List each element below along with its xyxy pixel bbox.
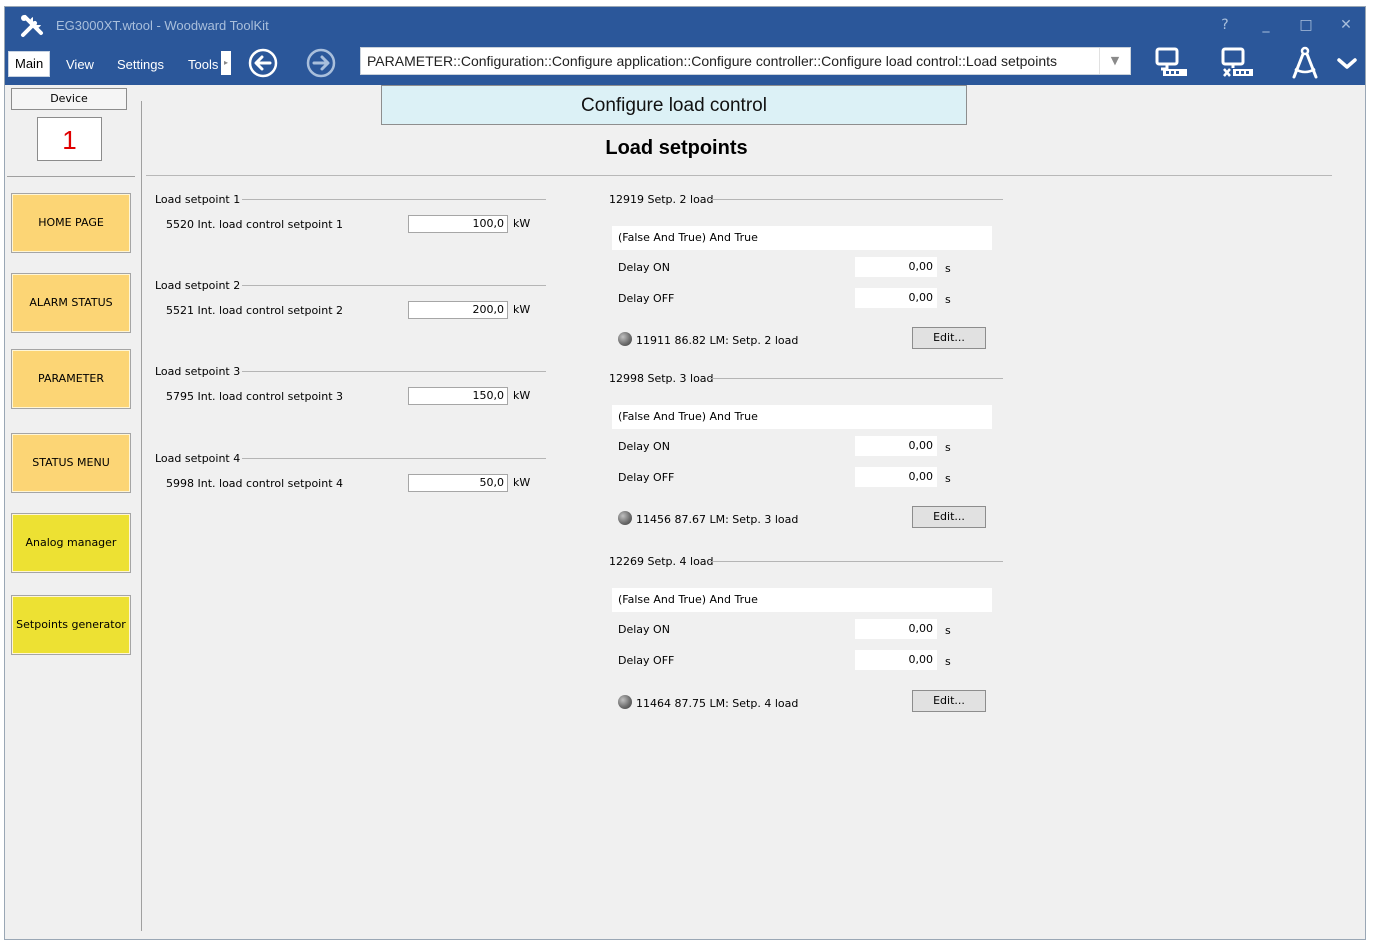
title-divider [146,175,1332,176]
delay-off-label: Delay OFF [618,471,675,484]
maximize-button[interactable]: □ [1293,13,1319,37]
breadcrumb-path: PARAMETER::Configuration::Configure appl… [367,53,1057,69]
setpoint-2-label: 5521 Int. load control setpoint 2 [166,304,344,317]
chevron-down-icon[interactable] [1332,45,1362,81]
group-title-setp-4-load: 12269 Setp. 4 load [609,555,714,568]
menu-main[interactable]: Main [8,51,51,77]
menu-settings[interactable]: Settings [117,55,164,77]
logic-expression-setp-2[interactable]: (False And True) And True [612,226,992,250]
setpoints-generator-button[interactable]: Setpoints generator [11,595,131,655]
section-header[interactable]: Configure load control [381,85,967,125]
window-title: EG3000XT.wtool - Woodward ToolKit [56,18,269,33]
delay-off-input-setp-4[interactable]: 0,00 [855,650,937,670]
menu-overflow-button[interactable]: ▸ [221,51,231,75]
group-title-setpoint-2: Load setpoint 2 [155,279,241,292]
delay-off-label: Delay OFF [618,654,675,667]
status-text-setp-4: 11464 87.75 LM: Setp. 4 load [636,697,799,710]
status-text-setp-2: 11911 86.82 LM: Setp. 2 load [636,334,799,347]
logic-expression-setp-3[interactable]: (False And True) And True [612,405,992,429]
status-led-icon [618,332,632,346]
forward-arrow-icon[interactable] [305,47,337,79]
group-title-setp-2-load: 12919 Setp. 2 load [609,193,714,206]
analog-manager-button[interactable]: Analog manager [11,513,131,573]
delay-on-label: Delay ON [618,261,670,274]
delay-off-input-setp-2[interactable]: 0,00 [855,288,937,308]
menu-tools[interactable]: Tools [188,55,218,77]
setpoint-1-input[interactable]: 100,0 [408,215,508,233]
delay-on-unit: s [945,441,951,454]
group-title-setpoint-4: Load setpoint 4 [155,452,241,465]
setpoint-4-label: 5998 Int. load control setpoint 4 [166,477,344,490]
setpoint-2-input[interactable]: 200,0 [408,301,508,319]
delay-on-unit: s [945,262,951,275]
device-label: Device [11,88,127,110]
edit-button-setp-4[interactable]: Edit... [912,690,986,712]
device-number: 1 [37,117,102,161]
sidebar-separator [7,176,135,177]
delay-off-unit: s [945,472,951,485]
alarm-status-button[interactable]: ALARM STATUS [11,273,131,333]
sidebar: Device 1 HOME PAGE ALARM STATUS PARAMETE… [5,85,142,939]
home-page-button[interactable]: HOME PAGE [11,193,131,253]
status-menu-button[interactable]: STATUS MENU [11,433,131,493]
edit-button-setp-2[interactable]: Edit... [912,327,986,349]
delay-on-input-setp-3[interactable]: 0,00 [855,436,937,456]
status-led-icon [618,695,632,709]
main-content: Configure load control Load setpoints Lo… [142,85,1365,939]
group-title-setpoint-3: Load setpoint 3 [155,365,241,378]
delay-on-label: Delay ON [618,623,670,636]
connect-icon[interactable] [1151,45,1191,81]
minimize-button[interactable]: _ [1253,13,1279,37]
delay-on-input-setp-4[interactable]: 0,00 [855,619,937,639]
edit-button-setp-3[interactable]: Edit... [912,506,986,528]
delay-off-input-setp-3[interactable]: 0,00 [855,467,937,487]
group-rule [710,561,1003,562]
setpoint-1-label: 5520 Int. load control setpoint 1 [166,218,344,231]
delay-off-unit: s [945,655,951,668]
parameter-button[interactable]: PARAMETER [11,349,131,409]
title-bar: EG3000XT.wtool - Woodward ToolKit ? _ □ … [5,7,1365,85]
setpoint-3-unit: kW [513,389,531,402]
group-rule [242,458,546,459]
setpoint-1-unit: kW [513,217,531,230]
close-button[interactable]: ✕ [1333,13,1359,37]
toolkit-logo-icon [21,15,43,37]
setpoint-3-input[interactable]: 150,0 [408,387,508,405]
group-rule [710,378,1003,379]
breadcrumb-combobox[interactable]: PARAMETER::Configuration::Configure appl… [360,47,1131,75]
setpoint-4-input[interactable]: 50,0 [408,474,508,492]
delay-on-input-setp-2[interactable]: 0,00 [855,257,937,277]
group-title-setpoint-1: Load setpoint 1 [155,193,241,206]
status-text-setp-3: 11456 87.67 LM: Setp. 3 load [636,513,799,526]
setpoint-3-label: 5795 Int. load control setpoint 3 [166,390,344,403]
logic-expression-setp-4[interactable]: (False And True) And True [612,588,992,612]
back-arrow-icon[interactable] [247,47,279,79]
delay-off-unit: s [945,293,951,306]
menu-view[interactable]: View [66,55,94,77]
disconnect-icon[interactable] [1217,45,1257,81]
setpoint-2-unit: kW [513,303,531,316]
delay-on-label: Delay ON [618,440,670,453]
compass-tool-icon[interactable] [1285,45,1325,81]
page-title: Load setpoints [605,137,748,159]
app-window: EG3000XT.wtool - Woodward ToolKit ? _ □ … [4,6,1366,940]
dropdown-arrow-icon[interactable]: ▼ [1099,48,1130,74]
group-rule [710,199,1003,200]
setpoint-4-unit: kW [513,476,531,489]
delay-on-unit: s [945,624,951,637]
group-rule [242,285,546,286]
group-rule [242,199,546,200]
help-button[interactable]: ? [1212,13,1238,37]
group-rule [242,371,546,372]
group-title-setp-3-load: 12998 Setp. 3 load [609,372,714,385]
status-led-icon [618,511,632,525]
delay-off-label: Delay OFF [618,292,675,305]
